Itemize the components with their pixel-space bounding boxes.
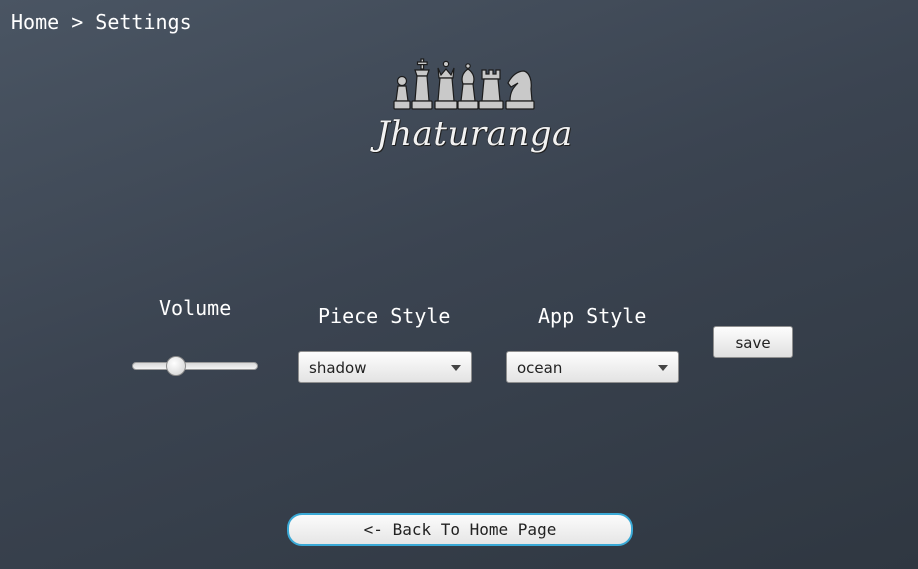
- volume-slider-track[interactable]: [132, 362, 258, 370]
- volume-slider[interactable]: [132, 353, 258, 379]
- app-style-select[interactable]: ocean: [506, 351, 679, 383]
- piece-style-value: shadow: [309, 359, 367, 377]
- breadcrumb: Home > Settings: [11, 10, 192, 34]
- volume-label: Volume: [159, 296, 232, 320]
- app-style-value: ocean: [517, 359, 563, 377]
- piece-style-select[interactable]: shadow: [298, 351, 472, 383]
- app-logo-text: Jhaturanga: [376, 114, 573, 154]
- app-style-label: App Style: [538, 304, 647, 328]
- app-logo: Jhaturanga: [376, 56, 573, 162]
- chevron-down-icon: [658, 365, 668, 371]
- piece-style-label: Piece Style: [318, 304, 451, 328]
- back-to-home-button[interactable]: <- Back To Home Page: [287, 513, 633, 546]
- chess-pieces-icon: [393, 58, 535, 110]
- save-button[interactable]: save: [713, 326, 793, 358]
- volume-slider-thumb[interactable]: [166, 356, 186, 376]
- chevron-down-icon: [451, 365, 461, 371]
